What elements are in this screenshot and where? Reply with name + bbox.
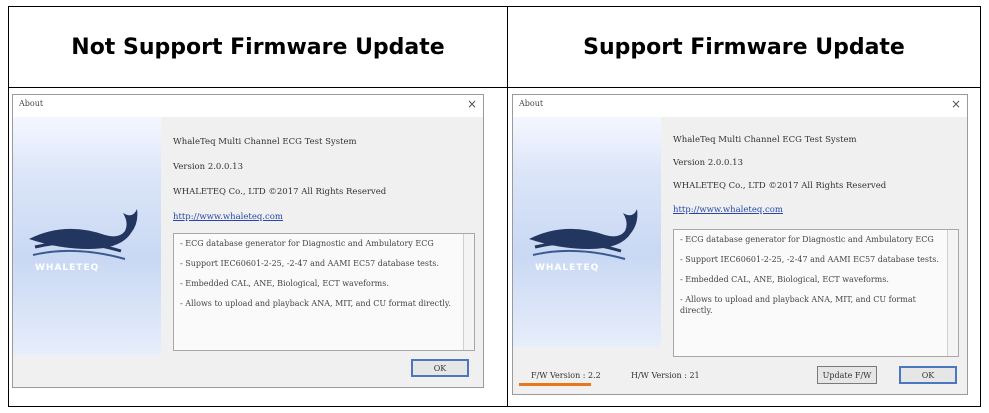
description-line: - ECG database generator for Diagnostic … [180,239,434,248]
product-name: WhaleTeq Multi Channel ECG Test System [173,137,357,147]
header-divider [9,87,980,88]
close-icon[interactable]: × [467,97,477,111]
description-box[interactable]: - ECG database generator for Diagnostic … [673,229,959,357]
header-support: Support Firmware Update [583,34,905,60]
about-dialog-with-update: About × WHALETEQ WhaleTeq Multi Channel … [512,94,968,395]
logo-panel: WHALETEQ [13,117,161,355]
description-line: - Embedded CAL, ANE, Biological, ECT wav… [680,275,889,284]
description-line: - Allows to upload and playback ANA, MIT… [680,295,916,315]
firmware-version-highlight [519,383,591,386]
hardware-version: H/W Version : 21 [631,371,700,380]
scrollbar[interactable] [947,230,958,356]
description-line: - ECG database generator for Diagnostic … [680,235,934,244]
copyright-text: WHALETEQ Co., LTD ©2017 All Rights Reser… [173,187,387,197]
description-box[interactable]: - ECG database generator for Diagnostic … [173,233,475,351]
update-firmware-button[interactable]: Update F/W [817,366,877,384]
dialog-title: About [519,99,544,108]
dialog-title: About [19,99,44,108]
version-text: Version 2.0.0.13 [173,162,243,172]
version-text: Version 2.0.0.13 [673,158,743,168]
dialog-titlebar: About × [13,95,483,117]
website-link[interactable]: http://www.whaleteq.com [173,212,283,222]
description-line: - Support IEC60601-2-25, -2-47 and AAMI … [180,259,439,268]
ok-button[interactable]: OK [411,359,469,377]
scrollbar[interactable] [463,234,474,350]
close-icon[interactable]: × [951,97,961,111]
dialog-titlebar: About × [513,95,967,117]
logo-panel: WHALETEQ [513,117,661,347]
copyright-text: WHALETEQ Co., LTD ©2017 All Rights Reser… [673,181,887,191]
product-name: WhaleTeq Multi Channel ECG Test System [673,135,857,145]
description-line: - Allows to upload and playback ANA, MIT… [180,299,451,308]
website-link[interactable]: http://www.whaleteq.com [673,205,783,215]
firmware-version: F/W Version : 2.2 [531,371,601,380]
description-line: - Support IEC60601-2-25, -2-47 and AAMI … [680,255,939,264]
logo-wordmark: WHALETEQ [535,263,600,273]
whale-logo-icon [29,209,138,260]
header-not-support: Not Support Firmware Update [71,34,445,60]
ok-button[interactable]: OK [899,366,957,384]
about-dialog-no-update: About × WHALETEQ WhaleTeq Multi Channel … [12,94,484,388]
description-line: - Embedded CAL, ANE, Biological, ECT wav… [180,279,389,288]
logo-wordmark: WHALETEQ [35,263,100,273]
whale-logo-icon [529,209,638,260]
